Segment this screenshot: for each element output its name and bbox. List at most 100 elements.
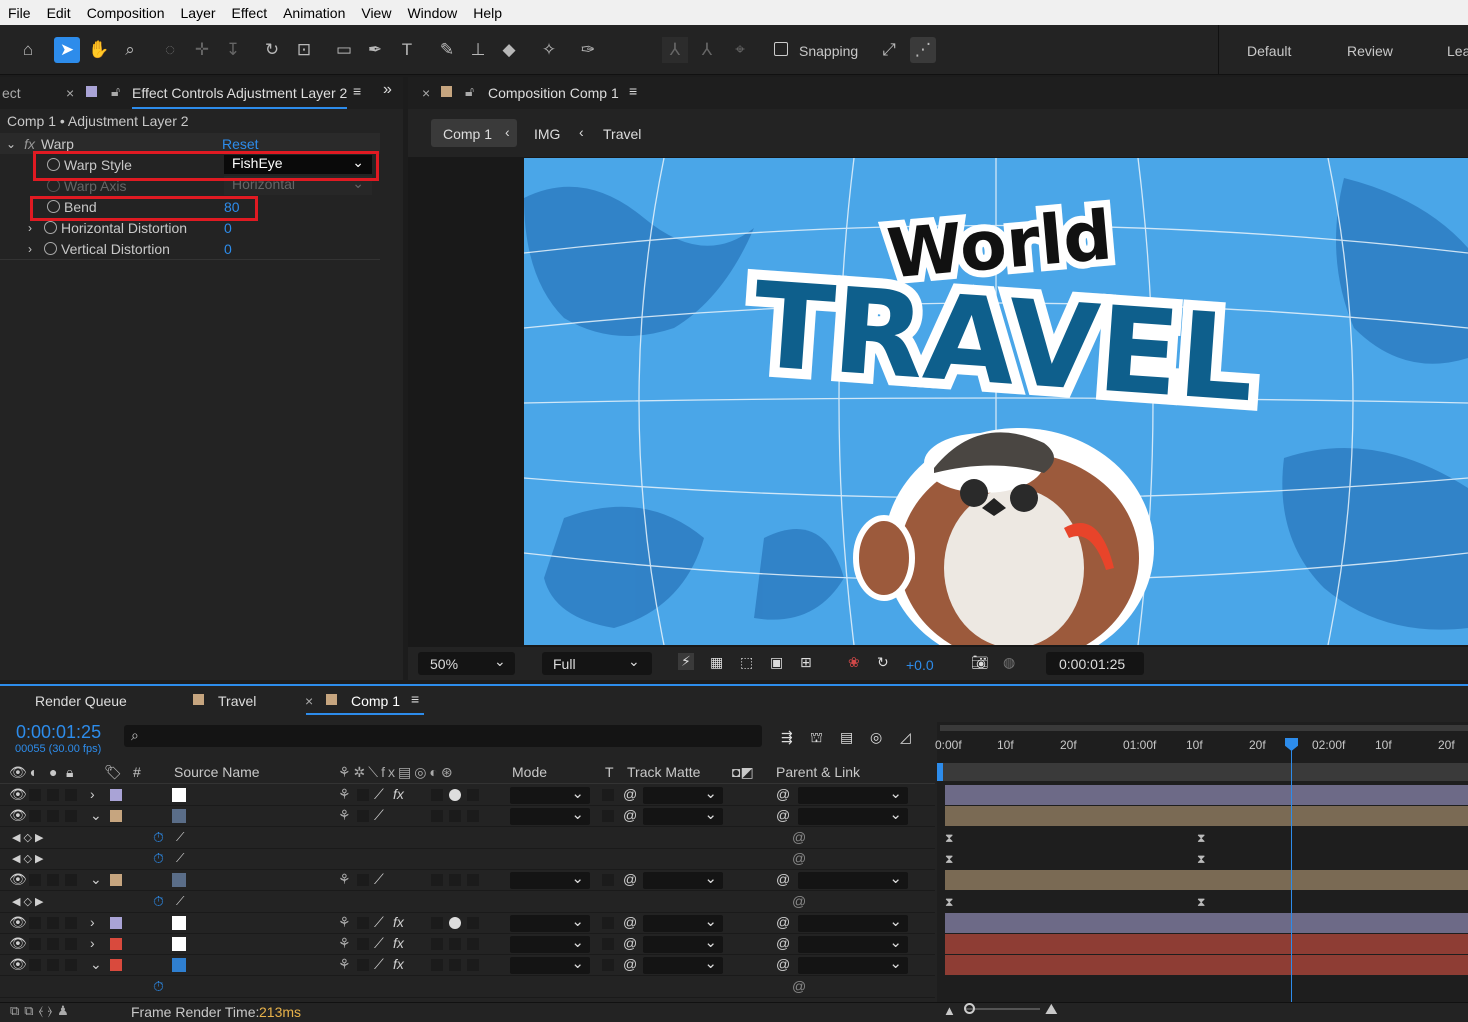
audio-switch[interactable] — [29, 917, 41, 929]
collapse-switch[interactable] — [357, 810, 369, 822]
workspace-review[interactable]: Review — [1347, 43, 1393, 59]
matte-pickwhip-icon[interactable]: @ — [623, 956, 637, 972]
breadcrumb-img[interactable]: IMG — [534, 126, 560, 142]
property-row[interactable]: ◀ ◇ ▶ ⏱︎ ⟋ @ — [0, 849, 935, 870]
3d-switch[interactable] — [467, 938, 479, 950]
track-matte-dropdown[interactable] — [643, 954, 723, 974]
panel-menu-icon[interactable]: ≡ — [629, 83, 637, 99]
track-matte-dropdown[interactable] — [643, 912, 723, 932]
snap-grid-icon[interactable]: ⋰ — [910, 37, 936, 63]
quality-switch-icon[interactable]: ⟋ — [374, 935, 384, 952]
menu-animation[interactable]: Animation — [275, 5, 353, 21]
chevron-right-icon[interactable]: › — [28, 242, 32, 256]
pickwhip-icon[interactable]: @ — [792, 829, 806, 845]
quality-switch-icon[interactable]: ⟋ — [374, 956, 384, 973]
collapse-switch[interactable] — [357, 917, 369, 929]
motion-blur-switch[interactable] — [431, 959, 443, 971]
layer-duration-bar[interactable] — [945, 934, 1468, 954]
matte-pickwhip-icon[interactable]: @ — [623, 807, 637, 823]
menu-view[interactable]: View — [353, 5, 399, 21]
reset-exposure-icon[interactable]: ↻ — [877, 654, 889, 671]
shy-switch-icon[interactable]: ⚘ — [338, 871, 351, 888]
composition-canvas[interactable]: World World TRAVEL TRAVEL — [524, 158, 1468, 645]
current-time[interactable]: 0:00:01:25 — [16, 722, 101, 743]
property-row[interactable]: ◀ ◇ ▶ ⏱︎ ⟋ @ — [0, 828, 935, 849]
chevron-down-icon[interactable]: ⌄ — [90, 871, 102, 888]
parent-dropdown[interactable] — [798, 869, 908, 889]
close-icon[interactable]: × — [422, 85, 430, 101]
parent-pickwhip-icon[interactable]: @ — [776, 871, 790, 887]
chevron-down-icon[interactable]: ⌄ — [90, 956, 102, 973]
label-color[interactable] — [110, 874, 122, 886]
hand-tool-icon[interactable]: ✋ — [86, 37, 112, 63]
brush-tool-icon[interactable]: ✎ — [434, 37, 460, 63]
keyframe-icon[interactable]: ⧗ — [945, 895, 953, 910]
property-row[interactable]: ⏱︎ @ — [0, 977, 935, 998]
motion-blur-switch[interactable] — [431, 789, 443, 801]
3d-switch[interactable] — [467, 917, 479, 929]
quality-switch-icon[interactable]: ⟋ — [374, 786, 384, 803]
layer-row[interactable]: 👁︎ ⌄ ⚘ ⟋ @ @ — [0, 805, 935, 827]
preserve-transparency-switch[interactable] — [602, 874, 614, 886]
preserve-transparency-switch[interactable] — [602, 810, 614, 822]
collapse-switch[interactable] — [357, 874, 369, 886]
snapping-checkbox[interactable] — [774, 42, 788, 56]
fx-icon[interactable]: fx — [24, 136, 35, 152]
show-snapshot-icon[interactable]: ◍ — [1003, 654, 1015, 671]
solo-switch[interactable] — [47, 874, 59, 886]
parent-pickwhip-icon[interactable]: @ — [776, 935, 790, 951]
graph-icon[interactable]: ⟋ — [176, 851, 184, 866]
layer-row[interactable]: 👁︎ ⌄ ⚘ ⟋ @ @ — [0, 869, 935, 891]
rotate-tool-icon[interactable]: ↻ — [259, 37, 285, 63]
fx-icon[interactable]: fx — [393, 786, 404, 802]
eye-icon[interactable]: 👁︎ — [9, 935, 27, 952]
layer-row[interactable]: 👁︎ › ⚘ ⟋ fx @ @ — [0, 784, 935, 806]
motion-blur-switch[interactable] — [431, 874, 443, 886]
solo-switch[interactable] — [47, 810, 59, 822]
menu-edit[interactable]: Edit — [39, 5, 79, 21]
parent-pickwhip-icon[interactable]: @ — [776, 807, 790, 823]
preserve-transparency-switch[interactable] — [602, 917, 614, 929]
keyframe-navigator-icon[interactable]: ◀ ◇ ▶ — [12, 831, 44, 844]
axis-local-icon[interactable]: ⅄ — [662, 37, 688, 63]
chevron-right-icon[interactable]: › — [90, 914, 95, 930]
chevron-down-icon[interactable]: ⌄ — [90, 807, 102, 824]
tab-travel[interactable]: Travel — [218, 693, 256, 709]
collapse-switch[interactable] — [357, 789, 369, 801]
horizontal-distortion-value[interactable]: 0 — [224, 220, 232, 236]
menu-window[interactable]: Window — [399, 5, 465, 21]
transparency-grid-icon[interactable]: ▦ — [710, 654, 723, 671]
quality-switch-icon[interactable]: ⟋ — [374, 914, 384, 931]
reset-button[interactable]: Reset — [222, 136, 259, 152]
shy-switch-icon[interactable]: ⚘ — [338, 786, 351, 803]
layer-row[interactable]: 👁︎ ⌄ ⚘ ⟋ fx @ @ — [0, 954, 935, 976]
lock-switch[interactable] — [65, 810, 77, 822]
stopwatch-icon[interactable]: ⏱︎ — [153, 850, 164, 867]
snap-extend-icon[interactable]: ⤢ — [876, 37, 902, 63]
lock-switch[interactable] — [65, 874, 77, 886]
audio-switch[interactable] — [29, 789, 41, 801]
lock-switch[interactable] — [65, 917, 77, 929]
eye-icon[interactable]: 👁︎ — [9, 956, 27, 973]
composition-mini-flowchart-icon[interactable]: ⇶ — [781, 729, 793, 746]
matte-pickwhip-icon[interactable]: @ — [623, 871, 637, 887]
zoom-in-icon[interactable]: ⛰ — [1045, 1001, 1058, 1018]
adjustment-switch[interactable] — [449, 938, 461, 950]
workspace-default[interactable]: Default — [1247, 43, 1291, 59]
mode-dropdown[interactable] — [510, 954, 590, 974]
layer-duration-bar[interactable] — [945, 785, 1468, 805]
graph-icon[interactable]: ⟋ — [176, 830, 184, 845]
label-color[interactable] — [110, 789, 122, 801]
adjustment-switch[interactable] — [449, 917, 461, 929]
parent-dropdown[interactable] — [798, 912, 908, 932]
quality-switch-icon[interactable]: ⟋ — [374, 807, 384, 824]
mode-dropdown[interactable] — [510, 784, 590, 804]
pickwhip-icon[interactable]: @ — [792, 850, 806, 866]
stopwatch-icon[interactable]: ⏱︎ — [153, 978, 164, 995]
3d-switch[interactable] — [467, 789, 479, 801]
snapshot-icon[interactable]: 📷︎ — [971, 654, 989, 671]
zoom-slider-handle[interactable] — [964, 1003, 975, 1014]
adjustment-switch[interactable] — [449, 874, 461, 886]
3d-switch[interactable] — [467, 959, 479, 971]
solo-switch[interactable] — [47, 917, 59, 929]
